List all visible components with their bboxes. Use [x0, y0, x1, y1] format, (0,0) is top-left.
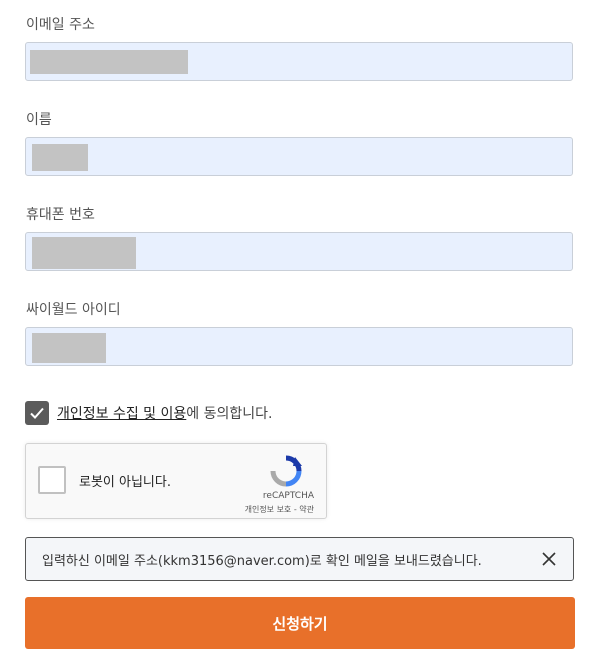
close-icon[interactable]	[541, 551, 557, 567]
name-input[interactable]	[25, 137, 573, 176]
consent-suffix: 에 동의합니다.	[186, 406, 273, 422]
cyworld-id-input[interactable]	[25, 327, 573, 366]
name-label: 이름	[26, 112, 52, 128]
check-icon	[30, 407, 44, 419]
consent-checkbox[interactable]	[25, 401, 49, 425]
email-input[interactable]	[25, 42, 573, 81]
consent-text: 개인정보 수집 및 이용에 동의합니다.	[57, 403, 272, 423]
recaptcha-checkbox[interactable]	[38, 466, 66, 494]
recaptcha-widget: 로봇이 아닙니다. reCAPTCHA 개인정보 보호 - 약관	[25, 443, 327, 519]
notice-message-box: 입력하신 이메일 주소(kkm3156@naver.com)로 확인 메일을 보…	[25, 537, 574, 581]
consent-row: 개인정보 수집 및 이용에 동의합니다.	[25, 400, 272, 426]
notice-text: 입력하신 이메일 주소(kkm3156@naver.com)로 확인 메일을 보…	[42, 553, 482, 569]
redacted-name-value	[32, 144, 88, 171]
phone-label: 휴대폰 번호	[26, 207, 95, 223]
cyworld-id-label: 싸이월드 아이디	[26, 302, 121, 318]
email-label: 이메일 주소	[26, 17, 95, 33]
recaptcha-links[interactable]: 개인정보 보호 - 약관	[245, 504, 314, 515]
phone-input[interactable]	[25, 232, 573, 271]
redacted-cyworld-id-value	[32, 333, 106, 363]
redacted-email-value	[30, 50, 188, 74]
privacy-terms-link[interactable]: 개인정보 수집 및 이용	[57, 406, 186, 422]
redacted-phone-value	[32, 237, 136, 269]
recaptcha-logo-icon	[270, 455, 302, 487]
submit-button[interactable]: 신청하기	[25, 597, 575, 649]
recaptcha-brand: reCAPTCHA	[262, 491, 314, 501]
recaptcha-label: 로봇이 아닙니다.	[79, 475, 171, 490]
